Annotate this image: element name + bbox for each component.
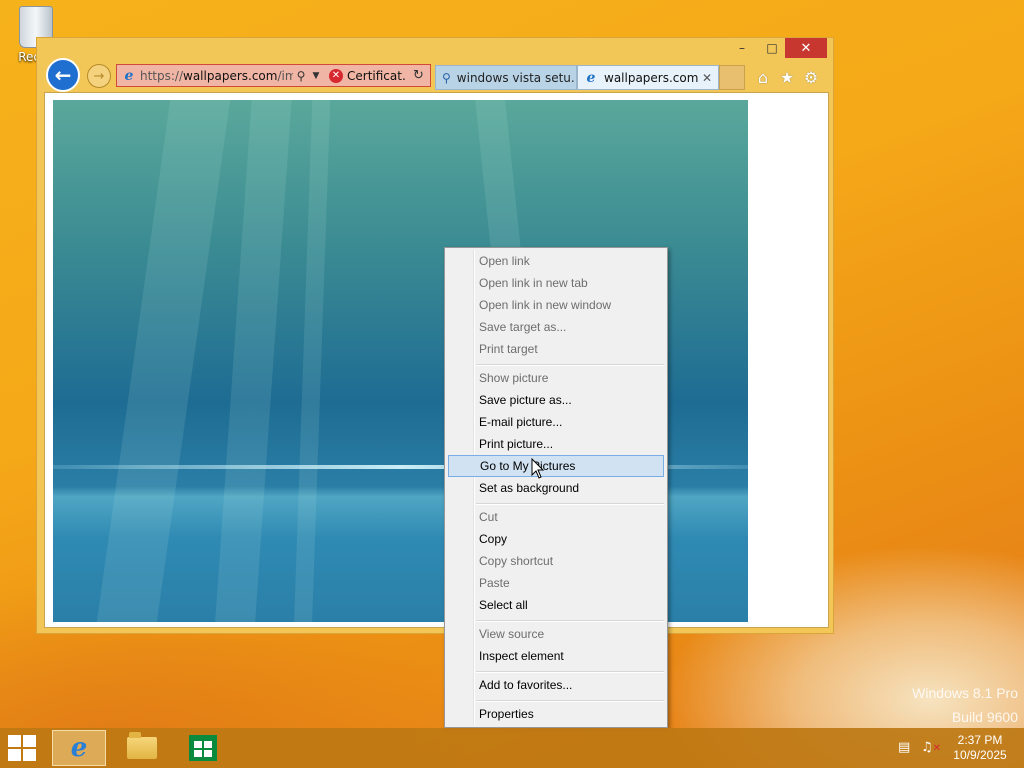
menu-item-set-as-background[interactable]: Set as background (448, 477, 664, 499)
tab-wallpapers[interactable]: e wallpapers.com ✕ (577, 65, 719, 90)
url-scheme: https:// (140, 68, 184, 83)
menu-separator (476, 700, 664, 702)
menu-item-save-picture-as[interactable]: Save picture as... (448, 389, 664, 411)
forward-button[interactable]: → (87, 64, 111, 88)
start-button[interactable] (8, 735, 38, 761)
search-icon[interactable]: ⚲ (293, 69, 309, 83)
close-button[interactable]: ✕ (785, 38, 827, 58)
menu-item-save-target-as[interactable]: Save target as... (448, 316, 664, 338)
menu-item-view-source[interactable]: View source (448, 623, 664, 645)
back-button[interactable]: ← (46, 58, 80, 92)
tab-label: windows vista setu... (456, 70, 577, 85)
tab-label: wallpapers.com (604, 70, 699, 85)
taskbar-file-explorer[interactable] (115, 730, 169, 766)
chevron-down-icon[interactable]: ▼ (309, 71, 323, 81)
address-bar[interactable]: e https://wallpapers.com/ima ⚲ ▼ ✕ Certi… (116, 64, 431, 87)
internet-explorer-icon: e (70, 733, 88, 763)
url-domain: wallpapers.com (183, 68, 278, 83)
windows-logo-icon (8, 735, 21, 747)
menu-item-print-picture[interactable]: Print picture... (448, 433, 664, 455)
certificate-error-label[interactable]: Certificat... (347, 69, 407, 83)
clock-time: 2:37 PM (957, 733, 1003, 747)
speaker-muted-icon[interactable]: ♫✕ (921, 740, 941, 755)
clock-date: 10/9/2025 (953, 748, 1007, 762)
menu-item-inspect-element[interactable]: Inspect element (448, 645, 664, 667)
windows-logo-pane (8, 749, 21, 761)
windows-logo-pane (23, 735, 36, 747)
menu-separator (476, 620, 664, 622)
windows-watermark-build: Build 9600 (951, 709, 1018, 725)
menu-item-go-to-my-pictures[interactable]: Go to My Pictures (448, 455, 664, 477)
taskbar-store[interactable] (176, 730, 230, 766)
taskbar-clock[interactable]: 2:37 PM 10/9/2025 (948, 733, 1012, 763)
menu-separator (476, 503, 664, 505)
ie-window: – □ ✕ ← → e https://wallpapers.com/ima ⚲… (36, 37, 834, 634)
ie-page-icon: e (124, 67, 134, 84)
menu-separator (476, 364, 664, 366)
ie-page-icon: e (586, 69, 596, 86)
windows-logo-pane (23, 749, 36, 761)
menu-item-copy[interactable]: Copy (448, 528, 664, 550)
menu-item-properties[interactable]: Properties (448, 703, 664, 725)
store-icon (189, 735, 217, 761)
certificate-error-icon[interactable]: ✕ (329, 68, 343, 83)
minimize-button[interactable]: – (727, 38, 757, 58)
menu-separator (476, 671, 664, 673)
menu-item-open-link[interactable]: Open link (448, 250, 664, 272)
menu-item-cut[interactable]: Cut (448, 506, 664, 528)
taskbar: e (0, 728, 1024, 768)
light-ray (293, 100, 331, 622)
context-menu: Open link Open link in new tab Open link… (444, 247, 668, 728)
menu-item-open-link-new-tab[interactable]: Open link in new tab (448, 272, 664, 294)
menu-item-paste[interactable]: Paste (448, 572, 664, 594)
menu-item-show-picture[interactable]: Show picture (448, 367, 664, 389)
network-icon[interactable]: ▤ (898, 740, 910, 755)
forward-arrow-icon: → (93, 68, 105, 84)
folder-icon (127, 732, 157, 759)
address-url[interactable]: https://wallpapers.com/ima (140, 69, 293, 83)
home-icon[interactable]: ⌂ (752, 66, 774, 88)
menu-item-copy-shortcut[interactable]: Copy shortcut (448, 550, 664, 572)
light-ray (94, 100, 233, 622)
menu-item-add-to-favorites[interactable]: Add to favorites... (448, 674, 664, 696)
taskbar-internet-explorer[interactable]: e (52, 730, 106, 766)
search-icon: ⚲ (442, 70, 451, 85)
new-tab-button[interactable] (719, 65, 745, 90)
maximize-button[interactable]: □ (757, 38, 787, 58)
back-arrow-icon: ← (54, 63, 72, 87)
menu-item-email-picture[interactable]: E-mail picture... (448, 411, 664, 433)
tab-windows-vista-setup[interactable]: ⚲ windows vista setu... (435, 65, 577, 90)
close-tab-icon[interactable]: ✕ (702, 71, 712, 85)
url-path: /ima (277, 68, 293, 83)
gear-icon[interactable]: ⚙ (800, 66, 822, 88)
refresh-icon[interactable]: ↻ (413, 68, 424, 83)
windows-watermark-edition: Windows 8.1 Pro (912, 685, 1018, 701)
menu-item-open-link-new-window[interactable]: Open link in new window (448, 294, 664, 316)
favorites-star-icon[interactable]: ★ (776, 66, 798, 88)
light-ray (213, 100, 293, 622)
menu-item-select-all[interactable]: Select all (448, 594, 664, 616)
menu-item-print-target[interactable]: Print target (448, 338, 664, 360)
page-content (44, 92, 829, 628)
